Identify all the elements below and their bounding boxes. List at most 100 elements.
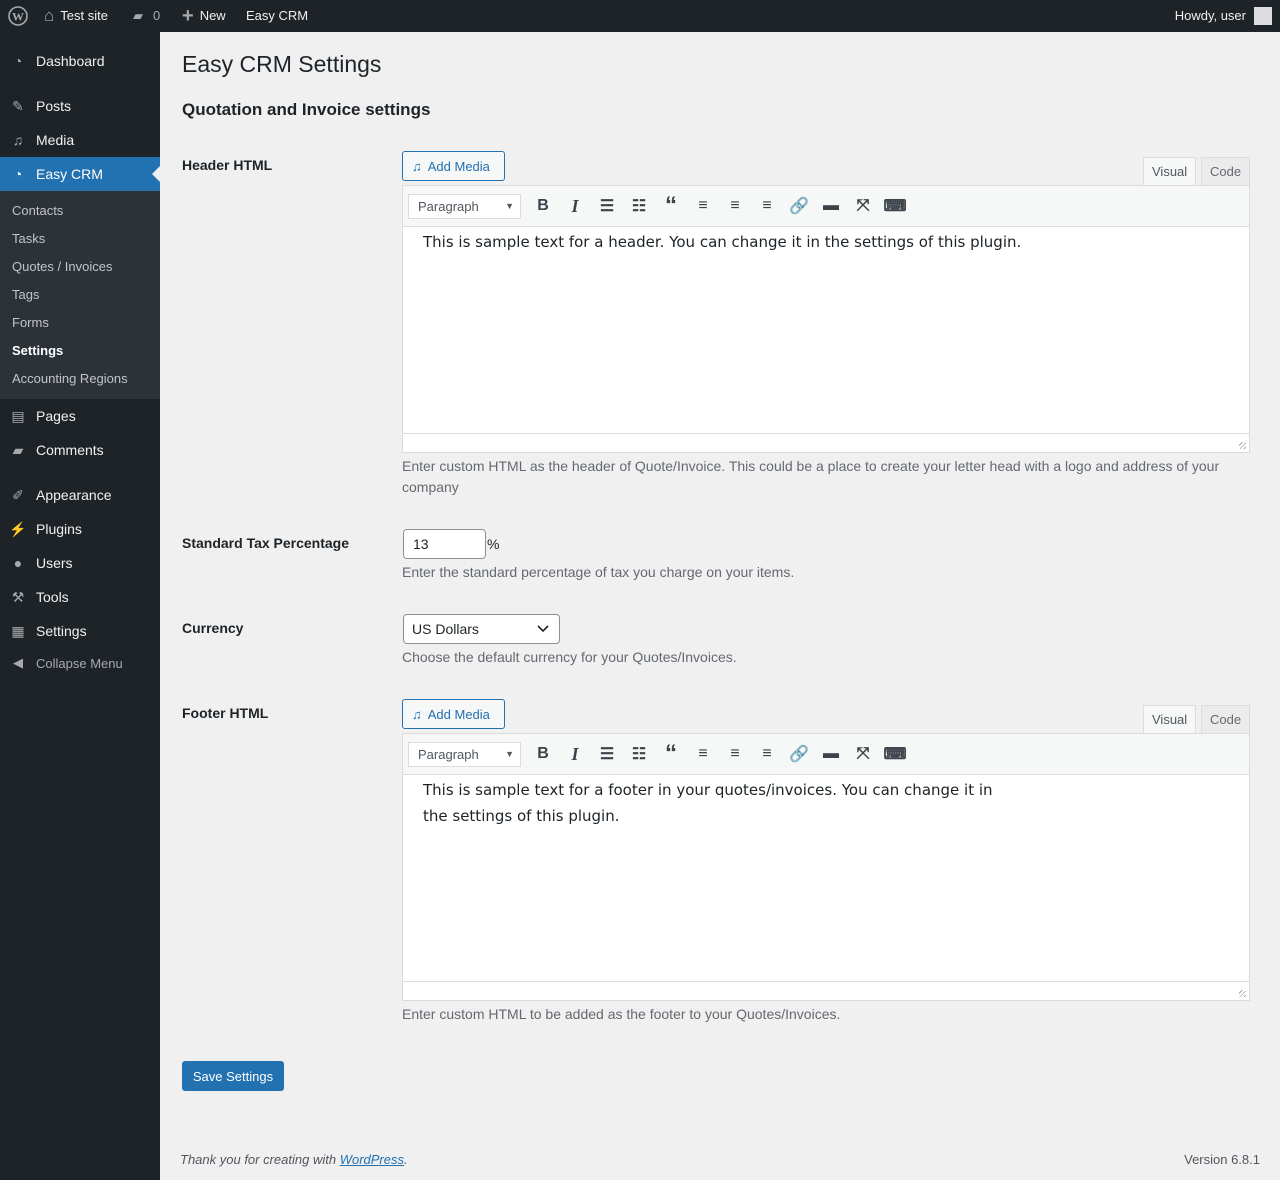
menu-comments[interactable]: ▰ Comments — [0, 433, 160, 467]
settings-icon: ▦ — [11, 622, 25, 639]
bullet-list-icon[interactable]: ☰ — [591, 739, 623, 769]
submenu-forms[interactable]: Forms — [12, 315, 49, 330]
menu-media[interactable]: ♫ Media — [0, 123, 160, 157]
pin-icon: ✎ — [12, 97, 24, 114]
wrench-icon: ⚒ — [11, 588, 25, 605]
menu-settings[interactable]: ▦ Settings — [0, 614, 160, 648]
add-media-button[interactable]: ♫ Add Media — [402, 151, 505, 181]
submenu-accounting-regions[interactable]: Accounting Regions — [12, 371, 128, 386]
submenu-tags[interactable]: Tags — [12, 287, 39, 302]
admin-sidebar: ◔ Dashboard ✎ Posts ♫ Media ◔ Easy CRM Conta… — [0, 32, 160, 1180]
numbered-list-icon[interactable]: ☷ — [623, 739, 655, 769]
menu-posts[interactable]: ✎ Posts — [0, 89, 160, 123]
menu-pages[interactable]: ▤ Pages — [0, 399, 160, 433]
footer-html-description: Enter custom HTML to be added as the foo… — [402, 1006, 841, 1022]
tab-code[interactable]: Code — [1201, 705, 1251, 734]
blockquote-icon[interactable]: “ — [655, 191, 687, 221]
comment-icon: ▰ — [12, 441, 24, 458]
easy-crm-submenu: Contacts Tasks Quotes / Invoices Tags Fo… — [0, 191, 160, 399]
align-right-icon[interactable]: ≡ — [751, 191, 783, 221]
menu-dashboard[interactable]: ◔ Dashboard — [0, 44, 160, 78]
blockquote-icon[interactable]: “ — [655, 739, 687, 769]
menu-easy-crm[interactable]: ◔ Easy CRM — [0, 157, 160, 191]
read-more-icon[interactable]: ▬ — [815, 191, 847, 221]
editor-toolbar: Paragraph ▼ B I ☰ ☷ “ ≡ ≡ ≡ 🔗 ▬ ⤧ ⌨ — [403, 734, 1249, 775]
tab-visual[interactable]: Visual — [1143, 157, 1197, 186]
resize-handle[interactable] — [403, 981, 1249, 1000]
section-title: Quotation and Invoice settings — [182, 100, 431, 119]
media-icon: ♫ — [412, 706, 422, 722]
chevron-down-icon — [537, 625, 549, 633]
align-center-icon[interactable]: ≡ — [719, 739, 751, 769]
submenu-contacts[interactable]: Contacts — [12, 203, 63, 218]
header-html-label: Header HTML — [182, 157, 273, 173]
toolbar-toggle-icon[interactable]: ⌨ — [879, 739, 911, 769]
user-menu[interactable]: Howdy, user — [1175, 0, 1272, 32]
submenu-quotes-invoices[interactable]: Quotes / Invoices — [12, 259, 112, 274]
menu-users[interactable]: ● Users — [0, 546, 160, 580]
svg-text:W: W — [12, 10, 24, 24]
plus-icon: + — [182, 5, 194, 27]
bold-icon[interactable]: B — [527, 739, 559, 769]
format-select[interactable]: Paragraph ▼ — [408, 741, 521, 767]
header-html-description: Enter custom HTML as the header of Quote… — [402, 458, 1220, 495]
header-html-editor: Paragraph ▼ B I ☰ ☷ “ ≡ ≡ ≡ 🔗 ▬ ⤧ ⌨ This … — [402, 185, 1250, 453]
collapse-menu[interactable]: ◀ Collapse Menu — [0, 646, 160, 680]
currency-description: Choose the default currency for your Quo… — [402, 649, 737, 665]
plug-icon: ⚡ — [9, 520, 27, 537]
collapse-icon: ◀ — [13, 655, 23, 670]
site-link[interactable]: ⌂ Test site — [44, 0, 108, 32]
italic-icon[interactable]: I — [559, 739, 591, 769]
easy-crm-link[interactable]: Easy CRM — [246, 0, 308, 32]
comment-icon: ▰ — [133, 8, 143, 23]
link-icon[interactable]: 🔗 — [783, 191, 815, 221]
wordpress-link[interactable]: WordPress — [340, 1152, 404, 1167]
menu-tools[interactable]: ⚒ Tools — [0, 580, 160, 614]
submenu-tasks[interactable]: Tasks — [12, 231, 45, 246]
version-text: Version 6.8.1 — [1184, 1152, 1260, 1167]
format-select[interactable]: Paragraph ▼ — [408, 193, 521, 219]
footer-html-content[interactable]: This is sample text for a footer in your… — [403, 775, 1249, 981]
align-left-icon[interactable]: ≡ — [687, 739, 719, 769]
wordpress-logo-icon[interactable]: W — [8, 0, 28, 32]
align-right-icon[interactable]: ≡ — [751, 739, 783, 769]
submenu-settings[interactable]: Settings — [12, 343, 63, 358]
toolbar-toggle-icon[interactable]: ⌨ — [879, 191, 911, 221]
italic-icon[interactable]: I — [559, 191, 591, 221]
resize-handle[interactable] — [403, 433, 1249, 452]
dashboard-icon: ◔ — [13, 166, 23, 182]
read-more-icon[interactable]: ▬ — [815, 739, 847, 769]
footer-html-editor: Paragraph ▼ B I ☰ ☷ “ ≡ ≡ ≡ 🔗 ▬ ⤧ ⌨ This … — [402, 733, 1250, 1001]
pages-icon: ▤ — [11, 407, 25, 424]
currency-select[interactable]: US Dollars — [403, 614, 560, 644]
caret-down-icon: ▼ — [505, 201, 514, 211]
new-content-link[interactable]: + New — [182, 0, 226, 32]
page-title: Easy CRM Settings — [182, 51, 382, 77]
editor-toolbar: Paragraph ▼ B I ☰ ☷ “ ≡ ≡ ≡ 🔗 ▬ ⤧ ⌨ — [403, 186, 1249, 227]
tab-visual[interactable]: Visual — [1143, 705, 1197, 734]
link-icon[interactable]: 🔗 — [783, 739, 815, 769]
align-left-icon[interactable]: ≡ — [687, 191, 719, 221]
bullet-list-icon[interactable]: ☰ — [591, 191, 623, 221]
dashboard-icon: ◔ — [13, 53, 23, 69]
fullscreen-icon[interactable]: ⤧ — [847, 191, 879, 221]
fullscreen-icon[interactable]: ⤧ — [847, 739, 879, 769]
menu-appearance[interactable]: ✐ Appearance — [0, 478, 160, 512]
tab-code[interactable]: Code — [1201, 157, 1251, 186]
save-settings-button[interactable]: Save Settings — [182, 1061, 284, 1091]
user-icon: ● — [13, 555, 23, 571]
caret-down-icon: ▼ — [505, 749, 514, 759]
media-icon: ♫ — [412, 158, 422, 174]
percent-unit: % — [487, 536, 500, 552]
numbered-list-icon[interactable]: ☷ — [623, 191, 655, 221]
tax-input[interactable]: 13 — [403, 529, 486, 559]
admin-bar: W ⌂ Test site ▰ 0 + New Easy CRM Howdy, use… — [0, 0, 1280, 32]
header-html-content[interactable]: This is sample text for a header. You ca… — [403, 227, 1249, 433]
tax-label: Standard Tax Percentage — [182, 535, 350, 551]
comments-link[interactable]: ▰ 0 — [133, 0, 160, 32]
menu-plugins[interactable]: ⚡ Plugins — [0, 512, 160, 546]
footer-thanks: Thank you for creating with WordPress. — [180, 1152, 408, 1167]
add-media-button[interactable]: ♫ Add Media — [402, 699, 505, 729]
bold-icon[interactable]: B — [527, 191, 559, 221]
align-center-icon[interactable]: ≡ — [719, 191, 751, 221]
